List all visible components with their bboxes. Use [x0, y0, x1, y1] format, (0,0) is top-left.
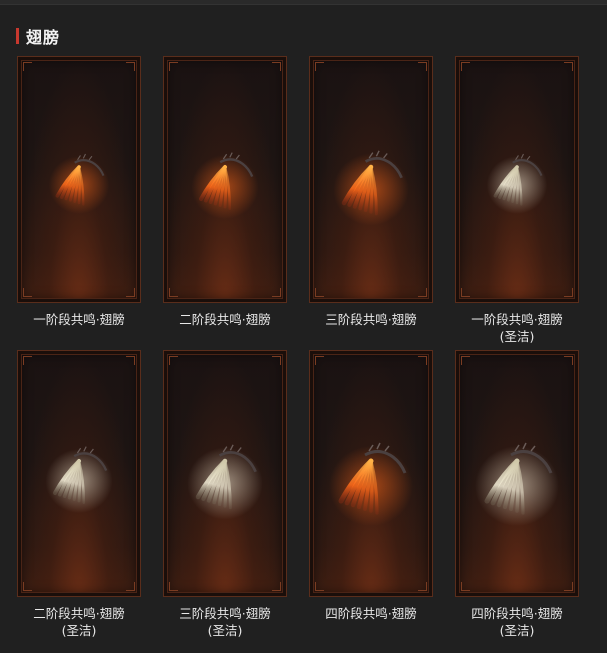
wing-name: 一阶段共鸣·翅膀: [33, 312, 125, 327]
wing-icon: [191, 152, 259, 219]
wing-label: 二阶段共鸣·翅膀: [163, 311, 287, 328]
wing-icon: [486, 153, 548, 214]
wing-icon: [333, 150, 409, 226]
wing-subtitle: (圣洁): [61, 623, 97, 638]
wing-icon: [475, 442, 559, 526]
wing-name: 四阶段共鸣·翅膀: [325, 606, 417, 621]
wing-label: 三阶段共鸣·翅膀: [309, 311, 433, 328]
wing-preview-frame[interactable]: [455, 56, 579, 303]
wing-subtitle: (圣洁): [499, 329, 535, 344]
wing-card[interactable]: 二阶段共鸣·翅膀: [163, 56, 287, 328]
wing-icon: [329, 442, 413, 526]
wing-label: 三阶段共鸣·翅膀 (圣洁): [163, 605, 287, 639]
wing-label: 四阶段共鸣·翅膀: [309, 605, 433, 622]
wing-name: 三阶段共鸣·翅膀: [325, 312, 417, 327]
wing-label: 一阶段共鸣·翅膀 (圣洁): [455, 311, 579, 345]
wing-name: 一阶段共鸣·翅膀: [471, 312, 563, 327]
wing-preview-frame[interactable]: [309, 350, 433, 597]
wing-name: 二阶段共鸣·翅膀: [33, 606, 125, 621]
wing-icon: [187, 444, 263, 520]
wing-preview-frame[interactable]: [163, 350, 287, 597]
top-divider: [0, 0, 607, 5]
wing-preview-frame[interactable]: [17, 56, 141, 303]
wing-name: 四阶段共鸣·翅膀: [471, 606, 563, 621]
wing-preview-frame[interactable]: [309, 56, 433, 303]
wing-label: 一阶段共鸣·翅膀: [17, 311, 141, 328]
wing-preview-frame[interactable]: [163, 56, 287, 303]
wing-subtitle: (圣洁): [207, 623, 243, 638]
wing-label: 四阶段共鸣·翅膀 (圣洁): [455, 605, 579, 639]
wing-preview-frame[interactable]: [17, 350, 141, 597]
wing-card[interactable]: 四阶段共鸣·翅膀 (圣洁): [455, 350, 579, 639]
wing-card[interactable]: 二阶段共鸣·翅膀 (圣洁): [17, 350, 141, 639]
wing-subtitle: (圣洁): [499, 623, 535, 638]
wing-icon: [45, 446, 113, 513]
wing-card[interactable]: 三阶段共鸣·翅膀: [309, 56, 433, 328]
wing-label: 二阶段共鸣·翅膀 (圣洁): [17, 605, 141, 639]
wing-card[interactable]: 四阶段共鸣·翅膀: [309, 350, 433, 622]
wing-card[interactable]: 一阶段共鸣·翅膀 (圣洁): [455, 56, 579, 345]
wing-name: 三阶段共鸣·翅膀: [179, 606, 271, 621]
wing-icon: [48, 153, 110, 214]
section-header: 翅膀: [16, 26, 61, 47]
wing-preview-frame[interactable]: [455, 350, 579, 597]
section-title: 翅膀: [26, 28, 61, 47]
wing-card[interactable]: 一阶段共鸣·翅膀: [17, 56, 141, 328]
wing-card[interactable]: 三阶段共鸣·翅膀 (圣洁): [163, 350, 287, 639]
wing-name: 二阶段共鸣·翅膀: [179, 312, 271, 327]
section-accent-bar: [16, 28, 19, 44]
